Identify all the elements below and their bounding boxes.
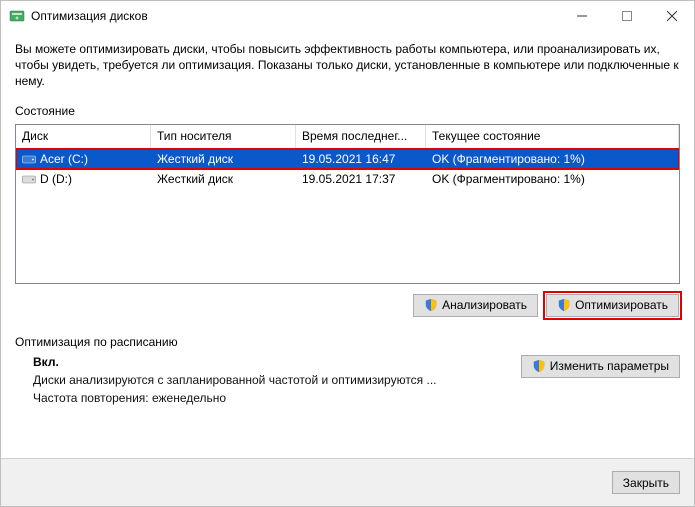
optimize-button[interactable]: Оптимизировать [546, 294, 679, 317]
cell-type: Жесткий диск [151, 172, 296, 186]
column-header-status[interactable]: Текущее состояние [426, 125, 679, 148]
cell-disk: Acer (C:) [16, 152, 151, 166]
close-button[interactable] [649, 1, 694, 31]
schedule-frequency: Частота повторения: еженедельно [33, 391, 521, 405]
change-settings-button[interactable]: Изменить параметры [521, 355, 680, 378]
window-title: Оптимизация дисков [31, 9, 559, 23]
table-header: Диск Тип носителя Время последнег... Тек… [16, 125, 679, 149]
cell-status: OK (Фрагментировано: 1%) [426, 172, 679, 186]
schedule-title: Оптимизация по расписанию [15, 335, 680, 349]
app-icon [9, 8, 25, 24]
cell-disk-text: Acer (C:) [40, 152, 88, 166]
change-settings-button-label: Изменить параметры [550, 359, 669, 373]
column-header-type[interactable]: Тип носителя [151, 125, 296, 148]
titlebar: Оптимизация дисков [1, 1, 694, 31]
drive-icon [22, 154, 36, 165]
close-dialog-button[interactable]: Закрыть [612, 471, 680, 494]
shield-icon [557, 298, 571, 312]
status-label: Состояние [15, 104, 680, 118]
column-header-disk[interactable]: Диск [16, 125, 151, 148]
optimize-button-label: Оптимизировать [575, 298, 668, 312]
cell-disk: D (D:) [16, 172, 151, 186]
cell-status: OK (Фрагментировано: 1%) [426, 152, 679, 166]
table-row[interactable]: D (D:) Жесткий диск19.05.2021 17:37OK (Фр… [16, 169, 679, 189]
maximize-button[interactable] [604, 1, 649, 31]
minimize-button[interactable] [559, 1, 604, 31]
analyze-button-label: Анализировать [442, 298, 527, 312]
analyze-button[interactable]: Анализировать [413, 294, 538, 317]
column-header-time[interactable]: Время последнег... [296, 125, 426, 148]
shield-icon [532, 359, 546, 373]
schedule-description: Диски анализируются с запланированной ча… [33, 373, 521, 387]
cell-disk-text: D (D:) [40, 172, 72, 186]
footer: Закрыть [1, 458, 694, 506]
schedule-status: Вкл. [33, 355, 521, 369]
drive-icon [22, 174, 36, 185]
cell-time: 19.05.2021 17:37 [296, 172, 426, 186]
table-row[interactable]: Acer (C:) Жесткий диск19.05.2021 16:47OK … [16, 149, 679, 169]
shield-icon [424, 298, 438, 312]
cell-time: 19.05.2021 16:47 [296, 152, 426, 166]
cell-type: Жесткий диск [151, 152, 296, 166]
close-dialog-button-label: Закрыть [623, 476, 669, 490]
drives-table: Диск Тип носителя Время последнег... Тек… [15, 124, 680, 284]
intro-text: Вы можете оптимизировать диски, чтобы по… [15, 41, 680, 90]
